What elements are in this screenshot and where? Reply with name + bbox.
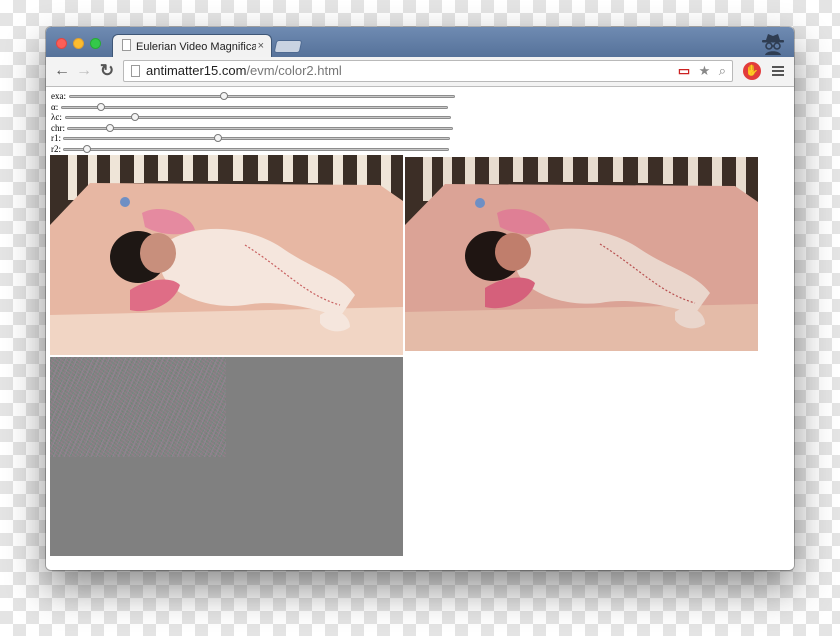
tab-close-icon[interactable]: ×: [258, 38, 264, 54]
menu-icon[interactable]: [770, 62, 786, 80]
tab-title: Eulerian Video Magnification: [136, 41, 256, 53]
slider-label: α:: [51, 101, 59, 112]
slider-thumb[interactable]: [131, 113, 140, 122]
title-bar: Eulerian Video Magnification ×: [46, 27, 794, 58]
url-path: /evm/color2.html: [246, 63, 342, 78]
magnified-video: [405, 157, 758, 351]
noise-region: [50, 357, 226, 457]
zoom-icon[interactable]: ⌕: [719, 63, 726, 79]
address-bar[interactable]: antimatter15.com/evm/color2.html ▭ ★ ⌕: [123, 60, 733, 82]
close-window-button[interactable]: [56, 38, 67, 49]
slider-thumb[interactable]: [96, 102, 105, 111]
incognito-icon: [762, 34, 784, 55]
url-host: antimatter15.com: [146, 63, 247, 78]
video-blocked-icon[interactable]: ▭: [678, 63, 690, 79]
page-icon: [131, 65, 140, 77]
slider-track[interactable]: [65, 113, 451, 122]
slider-label: λc:: [51, 112, 62, 123]
new-tab-button[interactable]: [273, 40, 303, 53]
minimize-window-button[interactable]: [73, 38, 84, 49]
baby-in-crib-image: [50, 155, 403, 355]
slider-label: r2:: [51, 143, 61, 154]
url-text[interactable]: antimatter15.com/evm/color2.html: [146, 63, 342, 79]
slider-track[interactable]: [69, 92, 455, 100]
browser-toolbar: ← → ↻ antimatter15.com/evm/color2.html ▭…: [46, 57, 794, 87]
slider-thumb[interactable]: [214, 134, 222, 143]
slider-track[interactable]: [63, 144, 449, 153]
tab-active[interactable]: Eulerian Video Magnification ×: [112, 34, 272, 58]
slider-thumb[interactable]: [219, 92, 228, 100]
back-button[interactable]: ←: [53, 62, 71, 80]
maximize-window-button[interactable]: [90, 38, 101, 49]
slider-thumb[interactable]: [83, 144, 92, 153]
slider-track[interactable]: [67, 123, 453, 132]
slider-label: r1:: [51, 133, 61, 144]
difference-noise-canvas: [50, 357, 403, 556]
slider-track[interactable]: [61, 102, 448, 111]
source-video: [50, 155, 403, 355]
page-content: exa: α: λc: chr: r1: r2:: [46, 87, 794, 570]
forward-button[interactable]: →: [75, 62, 93, 80]
page-icon: [122, 39, 131, 51]
star-icon[interactable]: ★: [699, 63, 711, 79]
slider-thumb[interactable]: [106, 123, 115, 132]
slider-track[interactable]: [63, 134, 450, 143]
slider-label: chr:: [51, 122, 65, 133]
magnified-baby-image: [405, 157, 758, 351]
slider-label: exa:: [51, 91, 66, 101]
address-bar-icons: ▭ ★ ⌕: [674, 63, 726, 79]
extension-icon[interactable]: ✋: [743, 62, 761, 80]
reload-button[interactable]: ↻: [98, 62, 116, 80]
browser-window: Eulerian Video Magnification × ← → ↻ ant…: [46, 27, 794, 570]
